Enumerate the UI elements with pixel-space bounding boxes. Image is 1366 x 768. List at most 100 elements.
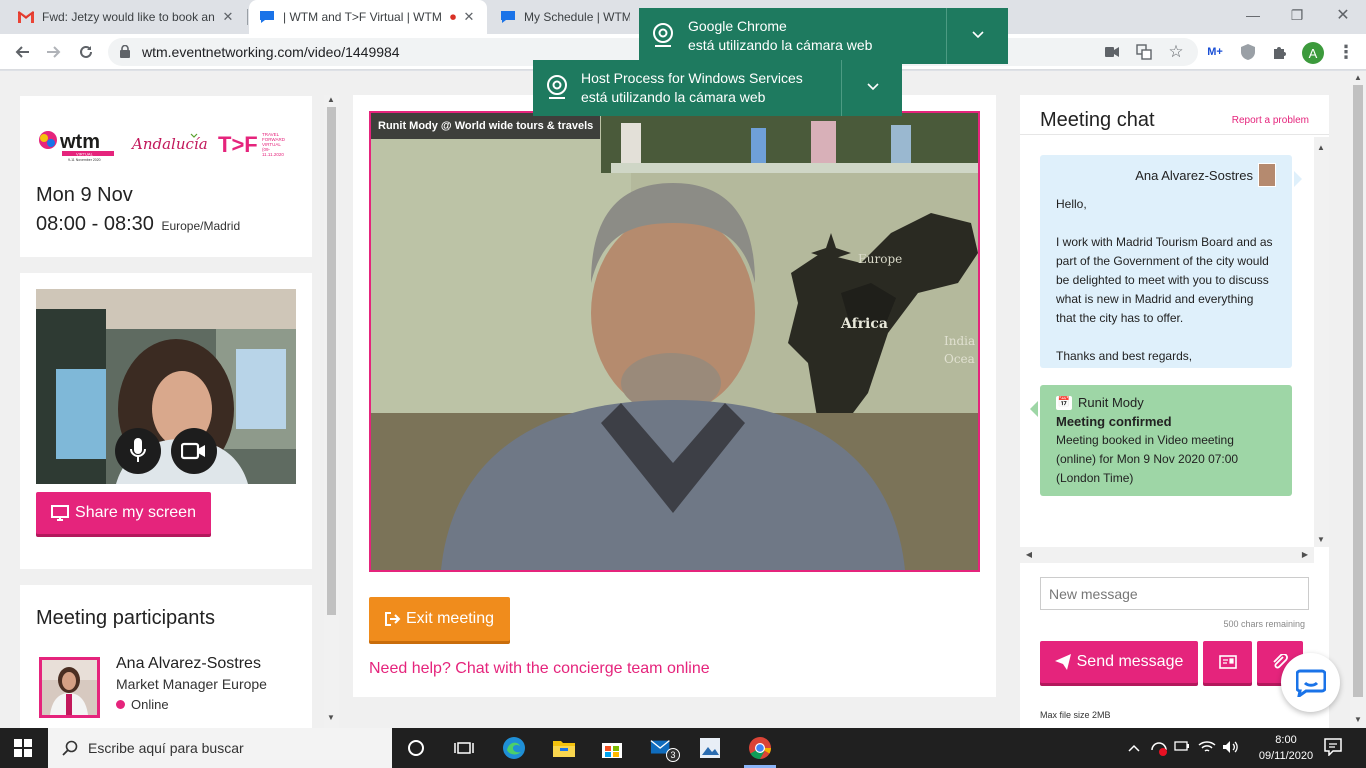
chevron-down-icon[interactable] — [972, 26, 984, 45]
chat-bubble-icon — [1295, 669, 1326, 697]
scroll-down-icon[interactable]: ▼ — [1314, 535, 1328, 544]
camera-toggle-button[interactable] — [171, 428, 217, 474]
edge-browser-icon[interactable] — [502, 736, 526, 760]
chat-message-incoming: Ana Alvarez-Sostres Hello, I work with M… — [1040, 155, 1302, 368]
menu-kebab-icon[interactable]: ⋮ — [1336, 42, 1356, 62]
live-chat-help-button[interactable] — [1281, 653, 1340, 712]
participant-role: Market Manager Europe — [116, 676, 267, 692]
mail-icon[interactable]: 3 — [650, 736, 680, 762]
map-label: India — [944, 334, 975, 348]
self-video-feed — [36, 289, 296, 484]
notification-divider — [946, 8, 947, 64]
calendar-icon: 📅 — [1056, 395, 1072, 410]
message-sender-name: Ana Alvarez-Sostres — [1135, 167, 1253, 183]
notifications-icon[interactable] — [1324, 738, 1342, 759]
microphone-toggle-button[interactable] — [115, 428, 161, 474]
close-icon[interactable]: ✕ — [220, 9, 236, 25]
scroll-up-icon[interactable]: ▲ — [324, 95, 338, 104]
sender-avatar — [1258, 163, 1276, 187]
send-message-label: Send message — [1076, 653, 1184, 670]
concierge-help-link[interactable]: Need help? Chat with the concierge team … — [369, 660, 710, 678]
tab-my-schedule[interactable]: My Schedule | WTM a — [490, 0, 640, 34]
tray-chevron-up-icon[interactable] — [1128, 740, 1140, 755]
map-label: Europe — [858, 252, 902, 266]
windows-start-icon[interactable] — [14, 739, 32, 762]
cortana-icon[interactable] — [404, 736, 428, 760]
send-message-button[interactable]: Send message — [1040, 641, 1198, 683]
extension-m-icon[interactable]: M+ — [1205, 42, 1225, 62]
chat-vertical-scrollbar[interactable]: ▲ ▼ — [1314, 137, 1329, 547]
chat-horizontal-scrollbar[interactable]: ◀ ▶ — [1020, 547, 1314, 563]
chevron-down-icon[interactable] — [867, 78, 879, 97]
minimize-icon[interactable]: — — [1230, 0, 1276, 30]
scrollbar-thumb[interactable] — [327, 107, 336, 615]
scroll-down-icon[interactable]: ▼ — [1351, 715, 1365, 724]
scrollbar-thumb[interactable] — [1353, 85, 1363, 697]
task-view-icon[interactable] — [452, 736, 476, 760]
share-screen-button[interactable]: Share my screen — [36, 492, 211, 534]
bookmark-star-icon[interactable]: ☆ — [1166, 42, 1186, 62]
url-text: wtm.eventnetworking.com/video/1449984 — [142, 44, 400, 60]
event-info-card: wtm VIRTUAL 9-11 November 2020 Andalucía… — [20, 96, 312, 257]
camera-in-use-icon[interactable] — [1102, 42, 1122, 62]
new-message-input[interactable]: New message — [1040, 577, 1309, 610]
left-column-scrollbar[interactable]: ▲ ▼ — [324, 95, 339, 728]
message-sender: Ana Alvarez-Sostres — [1056, 163, 1276, 187]
extensions-puzzle-icon[interactable] — [1270, 42, 1290, 62]
clock-time: 8:00 — [1275, 734, 1297, 746]
participant-avatar[interactable] — [39, 657, 100, 718]
page-scrollbar[interactable]: ▲ ▼ — [1350, 71, 1366, 728]
contact-card-icon — [1218, 655, 1237, 669]
volume-icon[interactable] — [1222, 740, 1240, 757]
camera-notification-host[interactable]: Host Process for Windows Services está u… — [533, 60, 902, 116]
wtm-logo-sub: VIRTUAL — [76, 152, 94, 157]
restore-icon[interactable]: ❐ — [1274, 0, 1320, 30]
participant-photo — [42, 660, 97, 715]
forward-arrow-icon[interactable] — [42, 40, 66, 64]
photos-app-icon[interactable] — [698, 736, 722, 760]
message-paragraph: Thanks and best regards, — [1056, 349, 1193, 363]
chrome-icon[interactable] — [748, 736, 772, 760]
back-arrow-icon[interactable] — [10, 40, 34, 64]
online-dot-icon — [116, 700, 125, 709]
battery-icon[interactable] — [1174, 740, 1190, 755]
lock-icon[interactable] — [120, 44, 130, 63]
participant-status: Online — [116, 697, 169, 712]
shield-extension-icon[interactable] — [1238, 42, 1258, 62]
map-label: Ocea — [944, 352, 975, 366]
exit-meeting-button[interactable]: Exit meeting — [369, 597, 510, 641]
reload-icon[interactable] — [74, 40, 98, 64]
report-problem-link[interactable]: Report a problem — [1232, 115, 1309, 126]
share-screen-label: Share my screen — [75, 504, 196, 521]
meeting-time-range: 08:00 - 08:30 — [36, 213, 154, 235]
gmail-icon — [18, 9, 34, 25]
microsoft-store-icon[interactable] — [600, 736, 624, 760]
taskbar-search[interactable]: Escribe aquí para buscar — [48, 728, 392, 768]
wtm-icon — [259, 9, 275, 25]
share-contact-card-button[interactable] — [1203, 641, 1252, 683]
scroll-right-icon[interactable]: ▶ — [1298, 550, 1312, 559]
file-explorer-icon[interactable] — [552, 736, 576, 760]
wtm-icon — [500, 9, 516, 25]
clock-date: 09/11/2020 — [1258, 750, 1314, 762]
profile-avatar[interactable]: A — [1302, 42, 1324, 64]
meeting-date: Mon 9 Nov — [36, 184, 133, 206]
scroll-up-icon[interactable]: ▲ — [1314, 143, 1328, 152]
close-icon[interactable]: ✕ — [461, 9, 477, 25]
paper-plane-icon — [1054, 654, 1071, 670]
tab-gmail[interactable]: Fwd: Jetzy would like to book an ✕ — [8, 0, 246, 34]
wifi-icon[interactable] — [1198, 740, 1216, 757]
scroll-down-icon[interactable]: ▼ — [324, 713, 338, 722]
scroll-up-icon[interactable]: ▲ — [1351, 73, 1365, 82]
mail-badge: 3 — [666, 748, 680, 762]
scroll-left-icon[interactable]: ◀ — [1022, 550, 1036, 559]
remote-video-feed: Europe Africa India Ocea Runit Mody @ Wo… — [369, 111, 980, 572]
network-error-icon[interactable] — [1150, 740, 1168, 759]
camera-notification-chrome[interactable]: Google Chrome está utilizando la cámara … — [639, 8, 1008, 64]
message-paragraph: I work with Madrid Tourism Board and as … — [1056, 235, 1273, 325]
close-window-icon[interactable]: ✕ — [1320, 0, 1366, 30]
translate-icon[interactable] — [1134, 42, 1154, 62]
system-clock[interactable]: 8:00 09/11/2020 — [1256, 732, 1316, 764]
participants-title: Meeting participants — [36, 607, 215, 629]
tab-wtm-virtual[interactable]: | WTM and T>F Virtual | WTM ⏺ ✕ — [249, 0, 487, 34]
